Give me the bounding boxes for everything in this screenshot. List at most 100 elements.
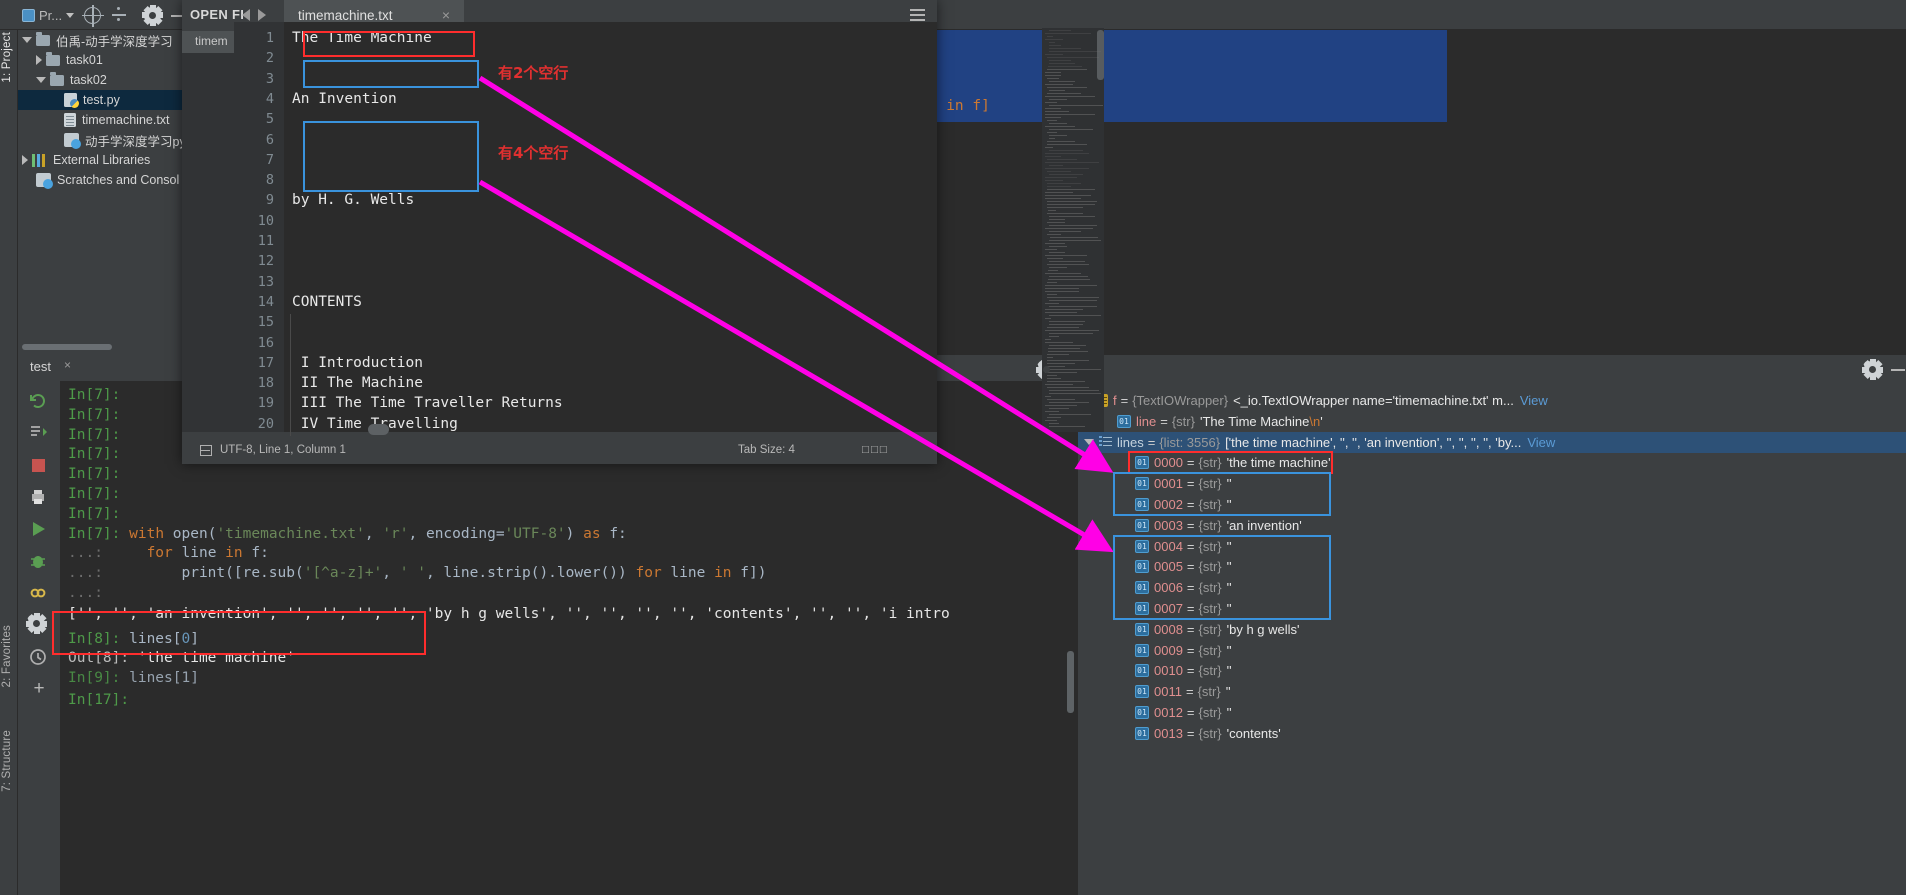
chevron-right-icon[interactable] [36,55,42,65]
line-number: 16 [257,334,274,351]
editor-menu-icon[interactable] [910,9,925,21]
console-code [120,506,129,522]
tree-item-[interactable]: 伯禹-动手学深度学习 [18,30,182,50]
variable-spacer [1120,687,1130,697]
variable-value: 'by h g wells' [1226,621,1300,637]
minimap-line [1045,156,1061,157]
minimap-line [1047,183,1081,184]
variable-row-0003[interactable]: 01 0003 = {str}'an invention' [1078,515,1906,536]
stop-button[interactable] [28,455,50,477]
variable-value: '' [1226,705,1232,720]
variable-view-link[interactable]: View [1527,435,1555,450]
variable-row-0008[interactable]: 01 0008 = {str}'by h g wells' [1078,619,1906,640]
tree-item-pyto[interactable]: 动手学深度学习pyto [18,130,196,150]
console-tab-close-icon[interactable]: × [64,359,75,371]
line-number: 1 [265,30,274,46]
minimap-line [1047,375,1057,376]
project-tree-hscrollbar[interactable] [22,344,112,350]
rerun-icon [30,394,45,409]
editor-minimap[interactable] [1042,28,1104,432]
nav-forward-icon[interactable] [258,9,266,21]
execute-button[interactable] [28,423,50,445]
minimap-line [1045,255,1087,256]
variable-row-0009[interactable]: 01 0009 = {str} '' [1078,640,1906,661]
minimap-line [1049,165,1063,166]
minimap-line [1045,180,1063,181]
minimap-line [1047,258,1063,259]
chevron-down-icon[interactable] [1084,439,1094,446]
minimap-line [1049,333,1093,334]
minimap-scrollbar[interactable] [1097,30,1104,80]
variable-row-0013[interactable]: 01 0013 = {str}'contents' [1078,723,1906,744]
chevron-down-icon[interactable] [36,77,46,83]
console-prompt: In[7]: [68,505,121,522]
tree-item-label: task01 [66,53,103,67]
chevron-right-icon[interactable] [22,155,28,165]
settings-gear-icon [142,5,163,25]
settings-button[interactable] [142,4,163,26]
editor-drag-handle[interactable] [368,424,389,435]
tree-item-label: Scratches and Consol [57,173,180,187]
tree-item-task01[interactable]: task01 [18,50,182,70]
vertical-tab-project[interactable]: 1: Project [1,32,13,83]
minimap-line [1047,201,1097,202]
print-button[interactable] [28,487,50,509]
tree-item-external-libraries[interactable]: External Libraries [18,150,182,170]
minimap-line [1045,420,1057,421]
variable-view-link[interactable]: View [1520,393,1548,408]
nav-back-icon[interactable] [242,9,250,21]
variable-row-f[interactable]: f = {TextIOWrapper} <_io.TextIOWrapper name… [1078,390,1906,411]
tree-item-scratches-and-consol[interactable]: Scratches and Consol [18,170,182,190]
vertical-tab-structure[interactable]: 7: Structure [1,730,13,792]
variable-row-lines[interactable]: lines = {list: 3556} ['the time machine', '… [1078,431,1906,453]
console-tab-test[interactable]: test [30,359,51,374]
vertical-tab-favorites[interactable]: 2: Favorites [1,625,13,687]
variable-row-0011[interactable]: 01 0011 = {str} '' [1078,681,1906,702]
add-console-button[interactable]: + [28,679,50,701]
collapse-all-button[interactable] [110,4,128,26]
variable-row-0012[interactable]: 01 0012 = {str} '' [1078,702,1906,723]
minimap-line [1048,270,1058,271]
minimap-line [1049,426,1085,427]
line-number: 15 [257,314,274,331]
tree-item-test-py[interactable]: test.py [18,90,182,110]
console-prompt: ...: [68,585,103,601]
minimap-line [1045,291,1079,292]
minimap-line [1045,198,1081,199]
minimap-line [1048,210,1056,211]
variable-row-0010[interactable]: 01 0010 = {str} '' [1078,660,1906,681]
minimap-line [1045,168,1089,169]
console-line: ...: [68,585,112,601]
close-icon[interactable]: × [442,8,450,22]
console-prompt: In[7]: [68,525,121,542]
chevron-down-icon[interactable] [22,37,32,43]
editor-line: by H. G. Wells [292,192,415,209]
minimap-line [1049,246,1067,247]
variable-type: {TextIOWrapper} [1132,393,1229,408]
editor-line: II The Machine [292,375,423,392]
console-vscrollbar[interactable] [1067,651,1074,713]
minimap-line [1049,219,1065,220]
rerun-button[interactable] [28,391,50,413]
line-number: 9 [265,192,274,209]
run-button[interactable] [28,519,50,541]
minimap-line [1045,153,1089,154]
locate-button[interactable] [82,4,104,27]
minimap-line [1049,42,1055,43]
console-settings-rail-button[interactable] [26,613,50,637]
editor-nav-arrows[interactable] [242,9,266,21]
line-number: 8 [265,172,274,189]
tree-item-timemachine-txt[interactable]: timemachine.txt [18,110,182,130]
minimap-line [1047,144,1087,145]
project-selector[interactable]: Pr... [22,4,75,26]
variable-row-line[interactable]: 01 line = {str} 'The Time Machine\n' [1078,411,1906,432]
debug-button[interactable] [28,551,50,573]
tree-item-task02[interactable]: task02 [18,70,182,90]
annotation-box-title [303,31,475,57]
history-button[interactable] [28,647,50,669]
variable-value: ['the time machine', '', '', 'an inventi… [1225,434,1522,450]
variable-name: 0003 [1154,517,1183,533]
link-button[interactable] [28,583,50,605]
annotation-box-vars-0001-0002 [1113,472,1331,516]
